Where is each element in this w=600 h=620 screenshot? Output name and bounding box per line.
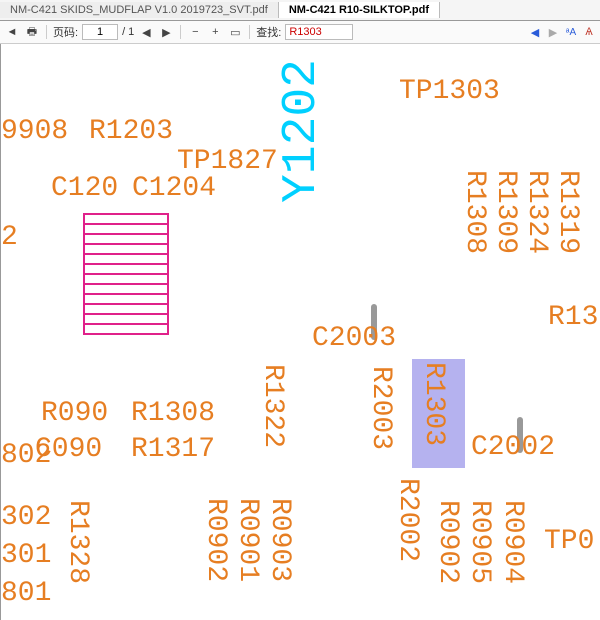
ref-side-r13: R13 <box>548 304 598 332</box>
ref-c2002: C2002 <box>471 434 555 462</box>
ref-r0902b: R0902 <box>433 500 461 584</box>
ref-r1308h: R1308 <box>131 400 215 428</box>
ref-r0905: R0905 <box>465 500 493 584</box>
ref-left302: 302 <box>1 504 51 532</box>
page-prev-icon[interactable]: ◀ <box>138 26 154 39</box>
ref-r0904: R0904 <box>498 500 526 584</box>
zoom-fit-icon[interactable]: ▭ <box>227 26 243 39</box>
ref-r1308v: R1308 <box>460 170 488 254</box>
tab-inactive[interactable]: NM-C421 SKIDS_MUDFLAP V1.0 2019723_SVT.p… <box>0 2 279 18</box>
print-icon[interactable]: 🖶 <box>24 23 40 42</box>
separator <box>180 25 181 39</box>
ref-tp0: TP0 <box>544 528 594 556</box>
ref-r2003: R2003 <box>366 366 394 450</box>
find-icon[interactable]: Ѧ <box>582 26 596 38</box>
ref-c2003: C2003 <box>312 325 396 353</box>
ref-r0902: R0902 <box>201 498 229 582</box>
ref-r0903: R0903 <box>265 498 293 582</box>
ref-tp1303: TP1303 <box>399 78 500 106</box>
ref-r1303: R1303 <box>419 362 447 446</box>
ref-r1328: R1328 <box>63 500 91 584</box>
ref-left801: 801 <box>1 580 51 608</box>
ref-r0901v: R0901 <box>233 498 261 582</box>
ref-r1324v: R1324 <box>522 170 550 254</box>
pink-hatched-box <box>83 213 169 335</box>
ref-y1202: Y1202 <box>278 59 326 203</box>
find-next-icon[interactable]: ▶ <box>546 26 560 39</box>
ref-r1319v: R1319 <box>553 170 581 254</box>
ref-c1201: C120 <box>51 175 118 203</box>
tab-active[interactable]: NM-C421 R10-SILKTOP.pdf <box>279 2 440 18</box>
back-icon[interactable]: ◄ <box>4 26 20 38</box>
ref-r0901: R090 <box>41 400 108 428</box>
pdf-viewport[interactable]: Y1202 TP1303 9908 R1203 TP1827 C120 C120… <box>0 44 600 620</box>
find-prev-icon[interactable]: ◀ <box>528 26 542 39</box>
ref-r2002: R2002 <box>393 478 421 562</box>
ref-r1317: R1317 <box>131 436 215 464</box>
toolbar: ◄ 🖶 页码: / 1 ◀ ▶ − + ▭ 查找: ◀ ▶ ᵃA Ѧ <box>0 21 600 44</box>
page-label: 页码: <box>53 24 78 40</box>
ref-tp1827: TP1827 <box>177 148 278 176</box>
tab-bar: NM-C421 SKIDS_MUDFLAP V1.0 2019723_SVT.p… <box>0 0 600 21</box>
separator <box>46 25 47 39</box>
separator <box>249 25 250 39</box>
ref-partial-2: 2 <box>1 224 18 252</box>
page-total: / 1 <box>122 26 134 38</box>
zoom-in-icon[interactable]: + <box>207 26 223 38</box>
search-label: 查找: <box>256 24 281 40</box>
search-input[interactable] <box>285 24 353 40</box>
page-next-icon[interactable]: ▶ <box>158 26 174 39</box>
highlight-icon[interactable]: ᵃA <box>564 27 578 38</box>
ref-left301: 301 <box>1 542 51 570</box>
ref-r1309v: R1309 <box>491 170 519 254</box>
ref-9908: 9908 <box>1 118 68 146</box>
ref-r1322: R1322 <box>258 364 286 448</box>
ref-left802: 802 <box>1 442 51 470</box>
zoom-out-icon[interactable]: − <box>187 26 203 38</box>
ref-c1204: C1204 <box>132 175 216 203</box>
page-current-input[interactable] <box>82 24 118 40</box>
ref-r1203: R1203 <box>89 118 173 146</box>
